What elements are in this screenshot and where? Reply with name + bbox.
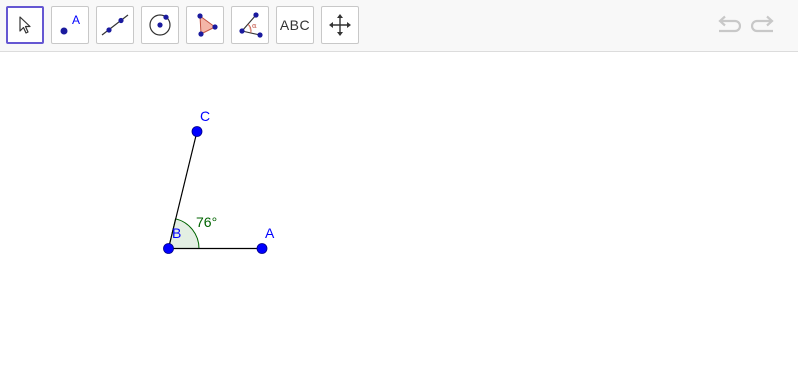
geometry-canvas[interactable]: C B A 76° (0, 0, 798, 379)
point-a-label: A (265, 225, 275, 241)
point-b[interactable] (163, 243, 174, 254)
point-b-label: B (172, 225, 181, 241)
point-c[interactable] (191, 126, 203, 137)
point-c-label: C (200, 108, 210, 124)
angle-value-label: 76° (196, 214, 217, 230)
point-a[interactable] (256, 243, 268, 254)
graphics-view[interactable]: C B A 76° (0, 53, 798, 379)
